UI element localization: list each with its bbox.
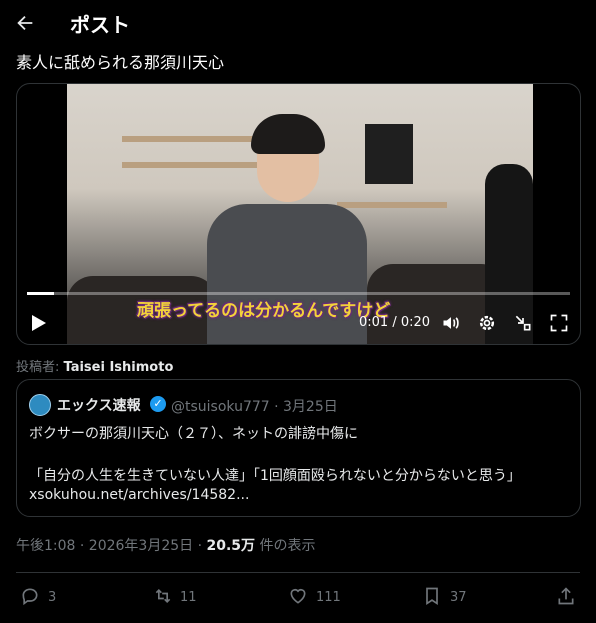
divider xyxy=(16,572,580,573)
play-icon[interactable] xyxy=(31,314,47,332)
view-count: 20.5万 xyxy=(206,538,256,554)
reply-icon xyxy=(22,588,38,606)
poster-label: 投稿者: xyxy=(16,360,64,375)
poster-name[interactable]: Taisei Ishimoto xyxy=(64,360,174,375)
quoted-post[interactable]: エックス速報 ✓ @tsuisoku777 · 3月25日 ボクサーの那須川天心… xyxy=(16,379,581,517)
top-bar: ポスト xyxy=(0,0,596,44)
view-suffix: 件の表示 xyxy=(255,538,316,554)
page-title: ポスト xyxy=(70,13,130,37)
post-text: 素人に舐められる那須川天心 xyxy=(16,53,225,72)
video-progress-fill xyxy=(27,292,55,295)
share-icon xyxy=(558,587,574,605)
quoted-avatar[interactable] xyxy=(29,394,51,416)
shelf xyxy=(122,162,272,168)
video-subtitle: 頑張ってるのは分かるんですけど xyxy=(137,301,391,321)
poster-attribution: 投稿者: Taisei Ishimoto xyxy=(16,356,173,375)
minimize-icon[interactable] xyxy=(513,313,533,333)
speaker-hair xyxy=(251,114,325,154)
tshirt-display xyxy=(365,124,413,184)
reply-button[interactable]: 3 xyxy=(20,586,80,608)
time-total: 0:20 xyxy=(400,315,431,330)
video-player[interactable]: 頑張ってるのは分かるんですけど 0:01 / 0:20 xyxy=(16,83,581,345)
repost-count: 11 xyxy=(180,590,197,605)
speaker-body xyxy=(207,204,367,344)
repost-button[interactable]: 11 xyxy=(152,586,212,608)
post-datetime[interactable]: 午後1:08 · 2026年3月25日 · xyxy=(16,538,207,554)
bookmark-icon xyxy=(426,587,438,606)
quoted-link[interactable]: xsokuhou.net/archives/14582... xyxy=(29,487,249,503)
heart-icon xyxy=(290,588,306,604)
quoted-text-line: 「自分の人生を生きていない人達」「1回顔面殴られないと分からないと思う」 xyxy=(29,468,521,484)
quoted-handle: @tsuisoku777 · 3月25日 xyxy=(171,399,338,415)
post-metadata: 午後1:08 · 2026年3月25日 · 20.5万 件の表示 xyxy=(16,535,316,555)
like-button[interactable]: 111 xyxy=(288,586,348,608)
shelf xyxy=(337,202,447,208)
repost-icon xyxy=(155,588,171,604)
like-count: 111 xyxy=(316,590,341,605)
share-button[interactable] xyxy=(556,586,580,608)
reply-count: 3 xyxy=(48,590,57,605)
time-current: 0:01 xyxy=(359,315,389,330)
verified-badge-icon: ✓ xyxy=(150,396,166,412)
shelf xyxy=(122,136,272,142)
back-arrow-icon[interactable] xyxy=(14,12,36,34)
fullscreen-icon[interactable] xyxy=(549,313,569,333)
volume-icon[interactable] xyxy=(441,313,461,333)
quoted-text-line: ボクサーの那須川天心（２７）、ネットの誹謗中傷に xyxy=(29,426,358,442)
settings-gear-icon[interactable] xyxy=(477,313,497,333)
quoted-author-name[interactable]: エックス速報 xyxy=(57,395,141,415)
bookmark-button[interactable]: 37 xyxy=(422,586,482,608)
video-progress-bar[interactable] xyxy=(27,292,570,295)
video-time: 0:01 / 0:20 xyxy=(359,315,431,330)
bookmark-count: 37 xyxy=(450,590,467,605)
